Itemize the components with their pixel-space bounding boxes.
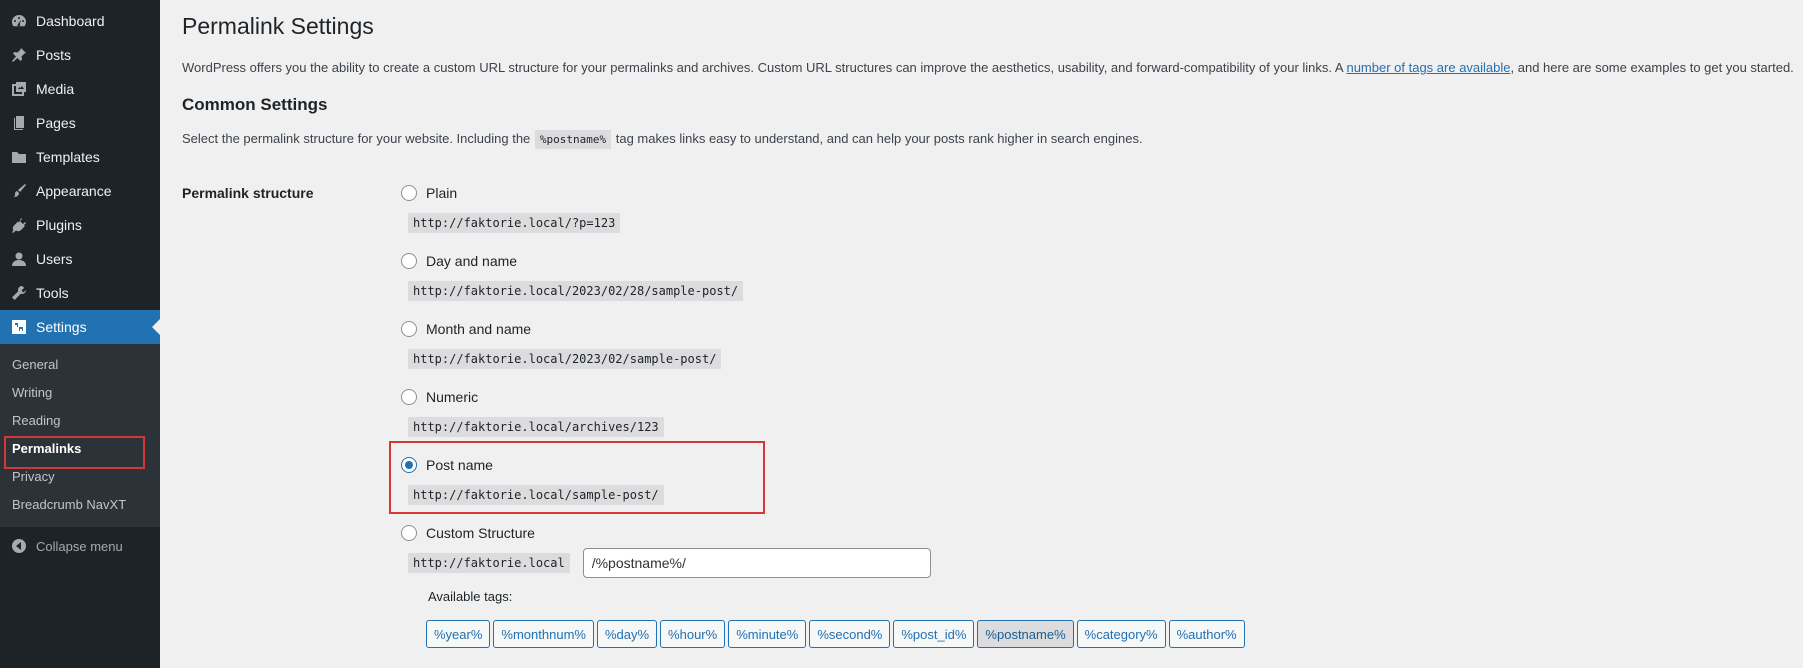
menu-item-pages[interactable]: Pages <box>0 106 160 140</box>
menu-label: Pages <box>36 115 76 131</box>
option-custom-structure: Custom Structure <box>401 523 535 543</box>
example-url: http://faktorie.local/?p=123 <box>408 213 621 233</box>
collapse-arrow-icon <box>11 538 27 554</box>
option-numeric: Numeric http://faktorie.local/archives/1… <box>401 387 665 437</box>
plug-icon <box>11 217 27 233</box>
radio-custom-structure[interactable] <box>401 525 417 541</box>
example-url: http://faktorie.local/archives/123 <box>408 417 664 437</box>
tag-button-day[interactable]: %day% <box>596 620 658 648</box>
tag-button-post-id[interactable]: %post_id% <box>893 620 975 648</box>
tag-button-postname[interactable]: %postname% <box>977 620 1074 648</box>
submenu-item-privacy[interactable]: Privacy <box>0 463 160 491</box>
option-label[interactable]: Day and name <box>426 253 517 269</box>
radio-plain[interactable] <box>401 185 417 201</box>
menu-label: Tools <box>36 285 69 301</box>
tag-button-monthnum[interactable]: %monthnum% <box>493 620 594 648</box>
desc-text-start: Select the permalink structure for your … <box>182 131 534 146</box>
menu-label: Posts <box>36 47 72 63</box>
tag-button-year[interactable]: %year% <box>426 620 491 648</box>
menu-item-tools[interactable]: Tools <box>0 276 160 310</box>
option-plain: Plain http://faktorie.local/?p=123 <box>401 183 621 233</box>
example-url: http://faktorie.local/sample-post/ <box>408 485 664 505</box>
option-post-name: Post name http://faktorie.local/sample-p… <box>401 455 665 505</box>
page-title: Permalink Settings <box>182 13 374 39</box>
available-tags-list: %year% %monthnum% %day% %hour% %minute% … <box>426 620 1245 648</box>
example-url: http://faktorie.local/2023/02/sample-pos… <box>408 349 722 369</box>
menu-label: Settings <box>36 319 87 335</box>
pushpin-icon <box>11 47 27 63</box>
permalink-structure-label: Permalink structure <box>182 185 314 201</box>
custom-structure-input[interactable] <box>582 548 931 578</box>
option-label[interactable]: Post name <box>426 457 493 473</box>
dashboard-icon <box>11 13 27 29</box>
intro-text-start: WordPress offers you the ability to crea… <box>182 60 1347 75</box>
folder-icon <box>11 149 27 165</box>
desc-text-end: tag makes links easy to understand, and … <box>612 131 1143 146</box>
submenu-item-breadcrumb-navxt[interactable]: Breadcrumb NavXT <box>0 491 160 519</box>
available-tags-label: Available tags: <box>428 589 513 604</box>
custom-structure-row: http://faktorie.local <box>408 548 931 578</box>
pages-icon <box>11 115 27 131</box>
postname-tag-code: %postname% <box>534 130 612 149</box>
admin-menu: Dashboard Posts Media Pages Templates Ap… <box>0 4 160 344</box>
option-label[interactable]: Custom Structure <box>426 525 535 541</box>
tag-button-minute[interactable]: %minute% <box>728 620 807 648</box>
submenu-item-general[interactable]: General <box>0 351 160 379</box>
menu-label: Templates <box>36 149 100 165</box>
custom-base-url: http://faktorie.local <box>408 553 570 573</box>
intro-text-end: , and here are some examples to get you … <box>1510 60 1794 75</box>
admin-sidebar: Dashboard Posts Media Pages Templates Ap… <box>0 0 160 668</box>
menu-item-templates[interactable]: Templates <box>0 140 160 174</box>
menu-label: Plugins <box>36 217 82 233</box>
tag-button-author[interactable]: %author% <box>1168 620 1245 648</box>
radio-day-and-name[interactable] <box>401 253 417 269</box>
common-settings-description: Select the permalink structure for your … <box>182 130 1143 149</box>
tag-button-category[interactable]: %category% <box>1076 620 1166 648</box>
user-icon <box>11 251 27 267</box>
available-tags-link[interactable]: number of tags are available <box>1346 60 1510 75</box>
submenu-item-permalinks[interactable]: Permalinks <box>0 435 160 469</box>
menu-item-media[interactable]: Media <box>0 72 160 106</box>
menu-item-users[interactable]: Users <box>0 242 160 276</box>
tag-button-second[interactable]: %second% <box>809 620 891 648</box>
menu-item-appearance[interactable]: Appearance <box>0 174 160 208</box>
settings-icon <box>11 319 27 335</box>
option-label[interactable]: Numeric <box>426 389 478 405</box>
menu-label: Dashboard <box>36 13 105 29</box>
brush-icon <box>11 183 27 199</box>
tag-button-hour[interactable]: %hour% <box>660 620 726 648</box>
option-label[interactable]: Plain <box>426 185 457 201</box>
menu-label: Users <box>36 251 73 267</box>
option-day-and-name: Day and name http://faktorie.local/2023/… <box>401 251 744 301</box>
menu-label: Media <box>36 81 75 97</box>
submenu-item-writing[interactable]: Writing <box>0 379 160 407</box>
radio-post-name[interactable] <box>401 457 417 473</box>
submenu-item-reading[interactable]: Reading <box>0 407 160 435</box>
menu-label: Appearance <box>36 183 112 199</box>
radio-month-and-name[interactable] <box>401 321 417 337</box>
menu-item-posts[interactable]: Posts <box>0 38 160 72</box>
menu-item-settings[interactable]: Settings <box>0 310 160 344</box>
example-url: http://faktorie.local/2023/02/28/sample-… <box>408 281 744 301</box>
option-month-and-name: Month and name http://faktorie.local/202… <box>401 319 722 369</box>
intro-text: WordPress offers you the ability to crea… <box>182 60 1794 75</box>
option-label[interactable]: Month and name <box>426 321 531 337</box>
wrench-icon <box>11 285 27 301</box>
menu-item-dashboard[interactable]: Dashboard <box>0 4 160 38</box>
collapse-menu-button[interactable]: Collapse menu <box>0 529 160 563</box>
menu-item-plugins[interactable]: Plugins <box>0 208 160 242</box>
media-icon <box>11 81 27 97</box>
common-settings-heading: Common Settings <box>182 95 328 114</box>
collapse-menu-label: Collapse menu <box>36 538 123 554</box>
radio-numeric[interactable] <box>401 389 417 405</box>
settings-submenu: General Writing Reading Permalinks Priva… <box>0 344 160 527</box>
